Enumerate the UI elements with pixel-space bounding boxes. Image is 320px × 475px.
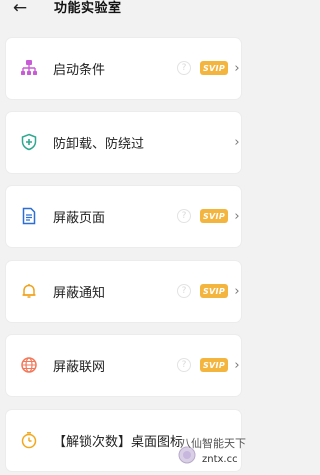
watermark-logo-icon	[178, 446, 196, 464]
help-icon[interactable]: ?	[177, 284, 191, 298]
help-icon[interactable]: ?	[177, 61, 191, 75]
feature-item-block-pages[interactable]: 屏蔽页面 ? SVIP ›	[6, 186, 241, 247]
network-icon	[19, 58, 39, 78]
feature-label: 屏蔽通知	[53, 286, 106, 301]
svip-badge: SVIP	[200, 358, 228, 372]
feature-item-block-network[interactable]: 屏蔽联网 ? SVIP ›	[6, 335, 241, 396]
help-icon[interactable]: ?	[177, 209, 191, 223]
feature-label: 防卸载、防绕过	[53, 137, 145, 152]
document-icon	[19, 206, 39, 226]
svip-badge: SVIP	[200, 209, 228, 223]
timer-icon	[19, 430, 39, 450]
svip-badge: SVIP	[200, 61, 228, 75]
shield-plus-icon	[19, 132, 39, 152]
page-title: 功能实验室	[54, 1, 122, 16]
feature-label: 屏蔽联网	[53, 360, 106, 375]
feature-item-startup-conditions[interactable]: 启动条件 ? SVIP ›	[6, 38, 241, 99]
chevron-right-icon: ›	[234, 208, 240, 224]
feature-item-unlock-count[interactable]: 【解锁次数】桌面图标	[6, 410, 241, 471]
bell-icon	[19, 281, 39, 301]
chevron-right-icon: ›	[234, 283, 240, 299]
chevron-right-icon: ›	[234, 357, 240, 373]
feature-label: 【解锁次数】桌面图标	[53, 435, 184, 450]
feature-label: 屏蔽页面	[53, 211, 106, 226]
feature-label: 启动条件	[53, 63, 106, 78]
globe-icon	[19, 355, 39, 375]
chevron-right-icon: ›	[234, 134, 240, 150]
feature-item-block-notifications[interactable]: 屏蔽通知 ? SVIP ›	[6, 261, 241, 322]
help-icon[interactable]: ?	[177, 358, 191, 372]
svip-badge: SVIP	[200, 284, 228, 298]
chevron-right-icon: ›	[234, 60, 240, 76]
feature-item-anti-uninstall[interactable]: 防卸载、防绕过 ›	[6, 112, 241, 173]
back-arrow-icon[interactable]: ←	[6, 0, 34, 20]
top-bar: ← 功能实验室	[0, 0, 248, 24]
